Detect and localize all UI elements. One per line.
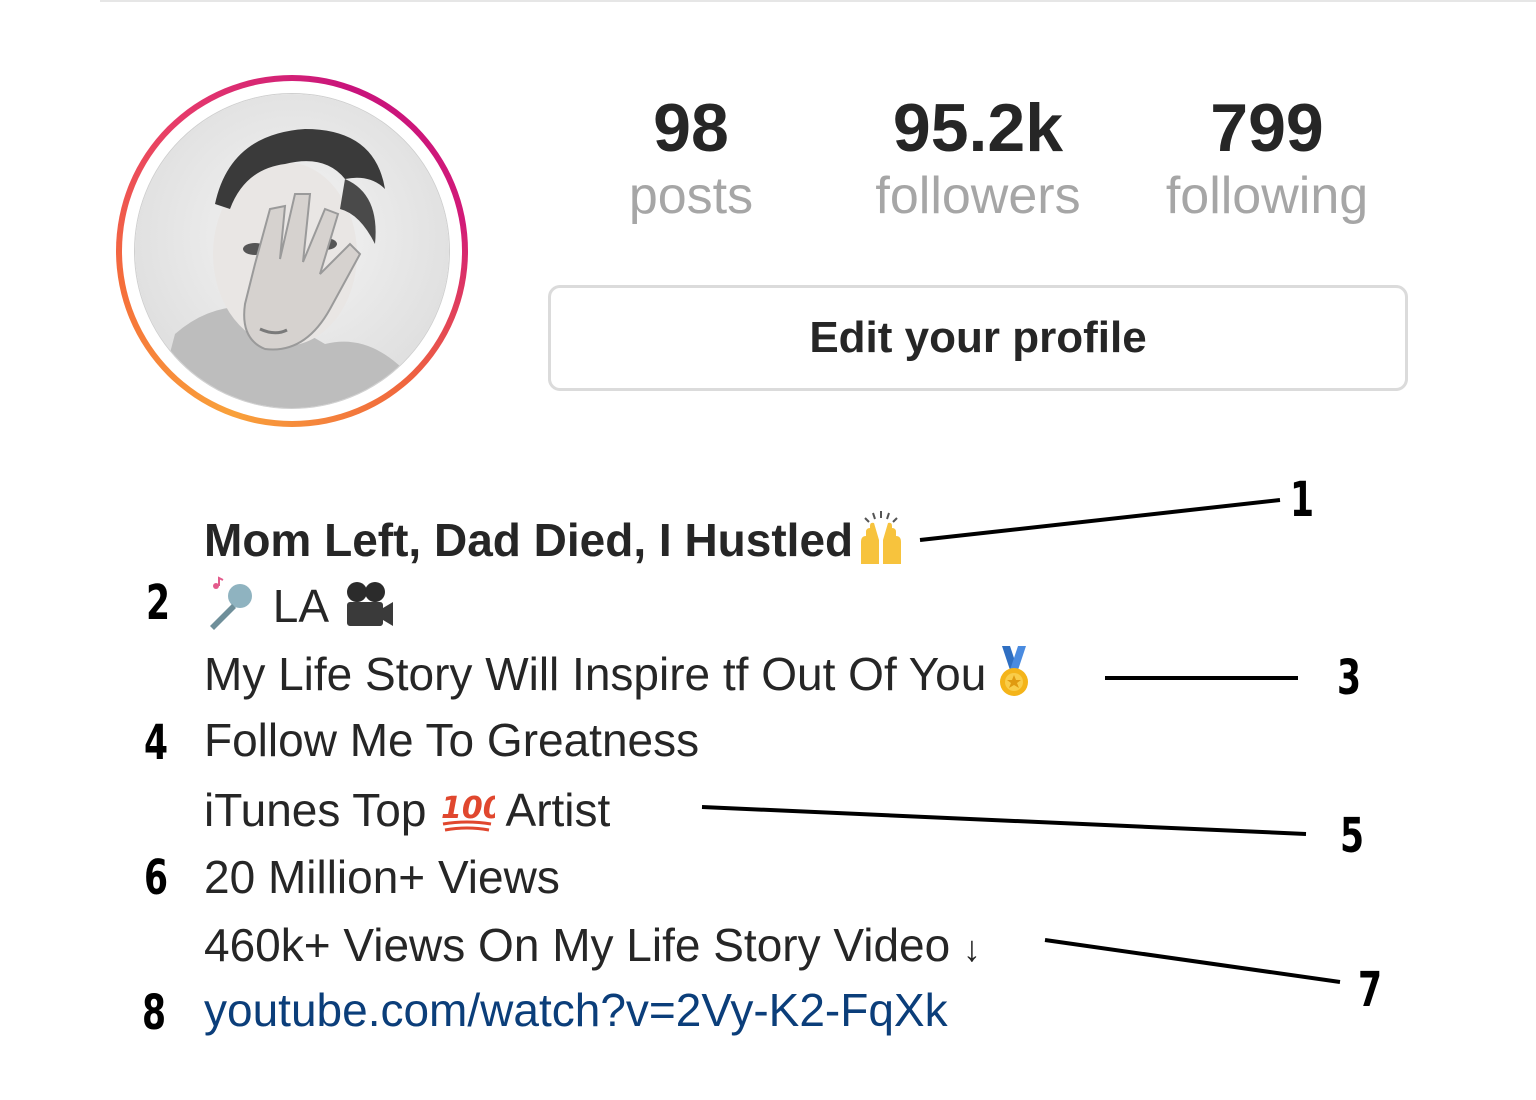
annotation-number-2: 2 bbox=[146, 575, 171, 631]
posts-label: posts bbox=[628, 167, 754, 225]
down-arrow-icon: ↓ bbox=[962, 928, 981, 969]
bio-name: Mom Left, Dad Died, I Hustled bbox=[204, 510, 909, 568]
annotation-number-1: 1 bbox=[1290, 472, 1315, 528]
bio-line-greatness: Follow Me To Greatness bbox=[204, 714, 700, 766]
annotation-line-5 bbox=[701, 805, 1307, 836]
hundred-points-emoji-icon: 100 bbox=[441, 791, 495, 832]
bio-line-video: 460k+ Views On My Life Story Video ↓ bbox=[204, 917, 981, 977]
annotation-number-4: 4 bbox=[144, 715, 169, 771]
movie-camera-emoji-icon bbox=[347, 582, 394, 626]
annotation-number-7: 7 bbox=[1358, 962, 1383, 1018]
bio-line-5-text-a: iTunes Top bbox=[204, 784, 427, 836]
edit-profile-button[interactable]: Edit your profile bbox=[548, 285, 1408, 391]
followers-count: 95.2k bbox=[892, 90, 1064, 166]
bio-line-3-text: My Life Story Will Inspire tf Out Of You bbox=[204, 648, 987, 700]
annotation-line-7 bbox=[1044, 938, 1341, 984]
bio-location-line: LA bbox=[204, 576, 395, 634]
bio-line-5-text-b: Artist bbox=[505, 784, 611, 836]
following-count: 799 bbox=[1210, 90, 1324, 166]
annotation-number-8: 8 bbox=[142, 985, 167, 1041]
bio-line-views: 20 Million+ Views bbox=[204, 851, 560, 903]
annotation-number-6: 6 bbox=[144, 850, 169, 906]
bio-location: LA bbox=[272, 580, 327, 632]
annotation-number-5: 5 bbox=[1340, 808, 1365, 864]
bio-name-text: Mom Left, Dad Died, I Hustled bbox=[204, 514, 854, 566]
microphone-emoji-icon bbox=[210, 576, 252, 630]
followers-label: followers bbox=[875, 167, 1081, 225]
bio-line-7-text: 460k+ Views On My Life Story Video bbox=[204, 919, 951, 971]
bio-line-life-story: My Life Story Will Inspire tf Out Of You bbox=[204, 644, 1042, 702]
stat-followers[interactable]: 95.2k followers bbox=[848, 88, 1108, 228]
following-label: following bbox=[1165, 167, 1369, 225]
raised-hands-emoji-icon bbox=[861, 511, 902, 564]
stat-posts[interactable]: 98 posts bbox=[561, 88, 821, 228]
avatar-photo-image bbox=[135, 94, 449, 408]
avatar[interactable] bbox=[134, 93, 450, 409]
bio-line-itunes: iTunes Top 100 Artist bbox=[204, 780, 610, 838]
annotation-number-3: 3 bbox=[1337, 650, 1362, 706]
bio-youtube-link[interactable]: youtube.com/watch?v=2Vy-K2-FqXk bbox=[204, 982, 948, 1038]
posts-count: 98 bbox=[653, 90, 729, 166]
stat-following[interactable]: 799 following bbox=[1137, 88, 1397, 228]
top-divider bbox=[100, 0, 1536, 2]
annotation-line-1 bbox=[919, 498, 1281, 542]
medal-emoji-icon bbox=[1000, 646, 1029, 696]
